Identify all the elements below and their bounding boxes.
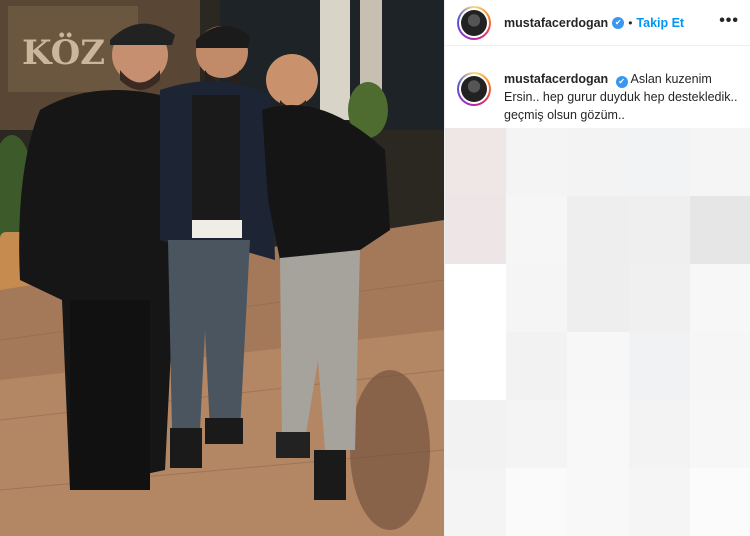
more-options-icon[interactable]: ••• — [719, 12, 739, 30]
blurred-tile — [628, 400, 690, 468]
blurred-tile — [506, 400, 568, 468]
blurred-tile — [689, 264, 750, 332]
blurred-tile — [628, 128, 690, 196]
header-username[interactable]: mustafacerdogan — [504, 16, 608, 30]
blurred-tile — [689, 128, 750, 196]
blurred-tile — [567, 400, 629, 468]
post-header: mustafacerdogan ✔ • Takip Et ••• — [445, 0, 750, 46]
verified-badge-icon: ✔ — [615, 76, 628, 88]
post-caption: mustafacerdogan ✔ Aslan kuzenim Ersin.. … — [457, 70, 747, 124]
blurred-tile — [628, 468, 690, 536]
caption-avatar[interactable] — [457, 72, 491, 106]
blurred-tile — [567, 196, 629, 264]
profile-avatar[interactable] — [457, 5, 491, 40]
follow-button[interactable]: Takip Et — [636, 16, 684, 30]
blurred-tile — [567, 332, 629, 400]
blurred-tile — [689, 468, 750, 536]
sign-text: KÖZ — [22, 32, 105, 73]
post-photo: KÖZ — [0, 0, 444, 536]
caption-username[interactable]: mustafacerdogan — [504, 72, 608, 86]
blurred-tile — [445, 468, 507, 536]
avatar-ring — [459, 74, 489, 104]
blurred-tile — [506, 128, 568, 196]
blurred-comments — [445, 128, 750, 536]
blurred-tile — [567, 468, 629, 536]
blurred-tile — [689, 196, 750, 264]
separator-dot: • — [628, 15, 633, 30]
blurred-tile — [628, 332, 690, 400]
blurred-tile — [445, 400, 507, 468]
blurred-tile — [689, 400, 750, 468]
photo-illustration: KÖZ — [0, 0, 444, 536]
blurred-tile — [506, 196, 568, 264]
caption-text: mustafacerdogan ✔ Aslan kuzenim Ersin.. … — [504, 70, 747, 124]
blurred-tile — [445, 332, 507, 400]
blurred-tile — [445, 196, 507, 264]
blurred-tile — [567, 128, 629, 196]
blurred-tile — [628, 196, 690, 264]
avatar-image — [461, 9, 487, 36]
blurred-tile — [445, 128, 507, 196]
post-sidebar: mustafacerdogan ✔ • Takip Et ••• mustafa… — [444, 0, 750, 536]
blurred-tile — [567, 264, 629, 332]
blurred-tile — [445, 264, 507, 332]
avatar-image — [461, 76, 487, 102]
avatar-ring — [459, 7, 489, 38]
blurred-tile — [689, 332, 750, 400]
blurred-tile — [506, 264, 568, 332]
blurred-tile — [506, 332, 568, 400]
blurred-tile — [506, 468, 568, 536]
blurred-tile — [628, 264, 690, 332]
verified-badge-icon: ✔ — [612, 16, 625, 29]
